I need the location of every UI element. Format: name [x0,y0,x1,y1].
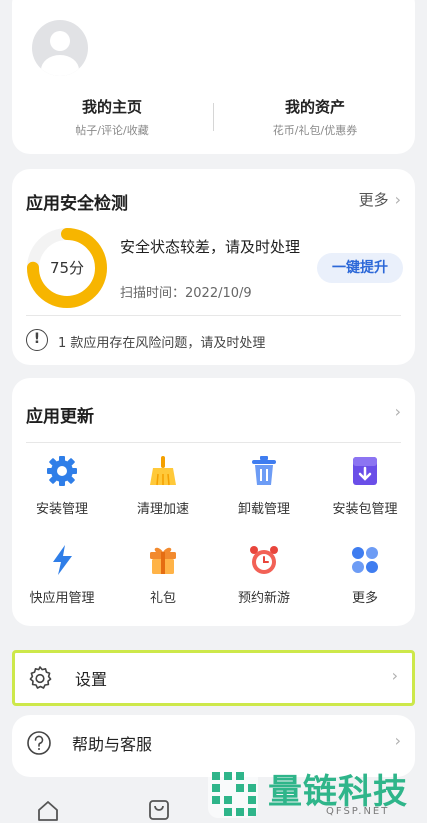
security-score-label: 75分 [49,259,85,277]
grid-label: 礼包 [149,591,176,606]
watermark-url: QFSP.NET [326,806,390,817]
grid-label: 安装包管理 [332,502,398,517]
security-title: 应用安全检测 [26,194,128,214]
broom-icon [150,456,176,486]
chevron-right-icon: › [394,731,401,750]
divider [26,315,401,316]
shopping-bag-icon[interactable] [147,798,171,820]
chevron-right-icon: › [394,190,401,209]
gear-icon [29,666,52,689]
grid-label: 更多 [351,591,378,606]
my-assets-title: 我的资产 [284,98,345,116]
home-icon[interactable] [36,799,60,821]
quick-app-manager-item[interactable]: 快应用管理 [12,543,112,606]
security-more-link[interactable]: 更多 › [359,189,401,210]
chevron-right-icon[interactable]: › [395,402,401,421]
settings-row[interactable]: 设置 › [12,650,415,706]
scan-time: 扫描时间：2022/10/9 [120,286,252,301]
package-download-icon [353,457,377,485]
chevron-right-icon: › [391,666,398,685]
security-check-card: 应用安全检测 更多 › 75分 安全状态较差，请及时处理 扫描时间：2022/10… [12,169,415,365]
trash-icon [252,456,276,485]
more-item[interactable]: 更多 [315,543,415,606]
exclamation-icon: ! [26,329,48,351]
my-homepage-title: 我的主页 [81,98,142,116]
package-manager-item[interactable]: 安装包管理 [315,454,415,517]
risk-warning-text[interactable]: 1 款应用存在风险问题，请及时处理 [58,332,265,351]
install-manager-item[interactable]: 安装管理 [12,454,112,517]
my-assets-subtitle: 花币/礼包/优惠券 [272,124,358,137]
grid-label: 安装管理 [35,502,88,517]
divider [26,442,401,443]
four-petal-icon [352,547,378,573]
question-circle-icon [27,731,51,755]
gift-icon [150,547,176,574]
divider [213,103,214,131]
more-label: 更多 [358,191,389,209]
qr-logo-icon [208,768,258,818]
gear-icon [47,456,77,486]
one-click-boost-button[interactable]: 一键提升 [317,253,403,283]
grid-label: 清理加速 [136,502,189,517]
clean-speedup-item[interactable]: 清理加速 [113,454,213,517]
avatar[interactable] [32,20,88,76]
grid-label: 预约新游 [237,591,290,606]
gift-item[interactable]: 礼包 [113,543,213,606]
preorder-new-games-item[interactable]: 预约新游 [214,543,314,606]
grid-label: 快应用管理 [29,591,95,606]
security-status-text: 安全状态较差，请及时处理 [120,238,301,256]
lightning-icon [53,545,72,575]
settings-label: 设置 [75,670,108,689]
alarm-clock-icon [250,546,278,574]
watermark-logo: 量链科技 QFSP.NET [206,764,421,820]
grid-label: 卸载管理 [237,502,290,517]
my-assets-entry[interactable]: 我的资产 花币/礼包/优惠券 [215,96,415,138]
uninstall-manager-item[interactable]: 卸载管理 [214,454,314,517]
profile-card: 我的主页 帖子/评论/收藏 我的资产 花币/礼包/优惠券 [12,0,415,154]
app-updates-title[interactable]: 应用更新 [26,402,94,427]
my-homepage-entry[interactable]: 我的主页 帖子/评论/收藏 [12,96,212,138]
app-updates-card: 应用更新 › 安装管理 清理加速 卸载管理 安装包管理 快应用管理 礼包 预约新… [12,378,415,626]
help-support-label: 帮助与客服 [72,735,153,754]
my-homepage-subtitle: 帖子/评论/收藏 [75,124,149,137]
